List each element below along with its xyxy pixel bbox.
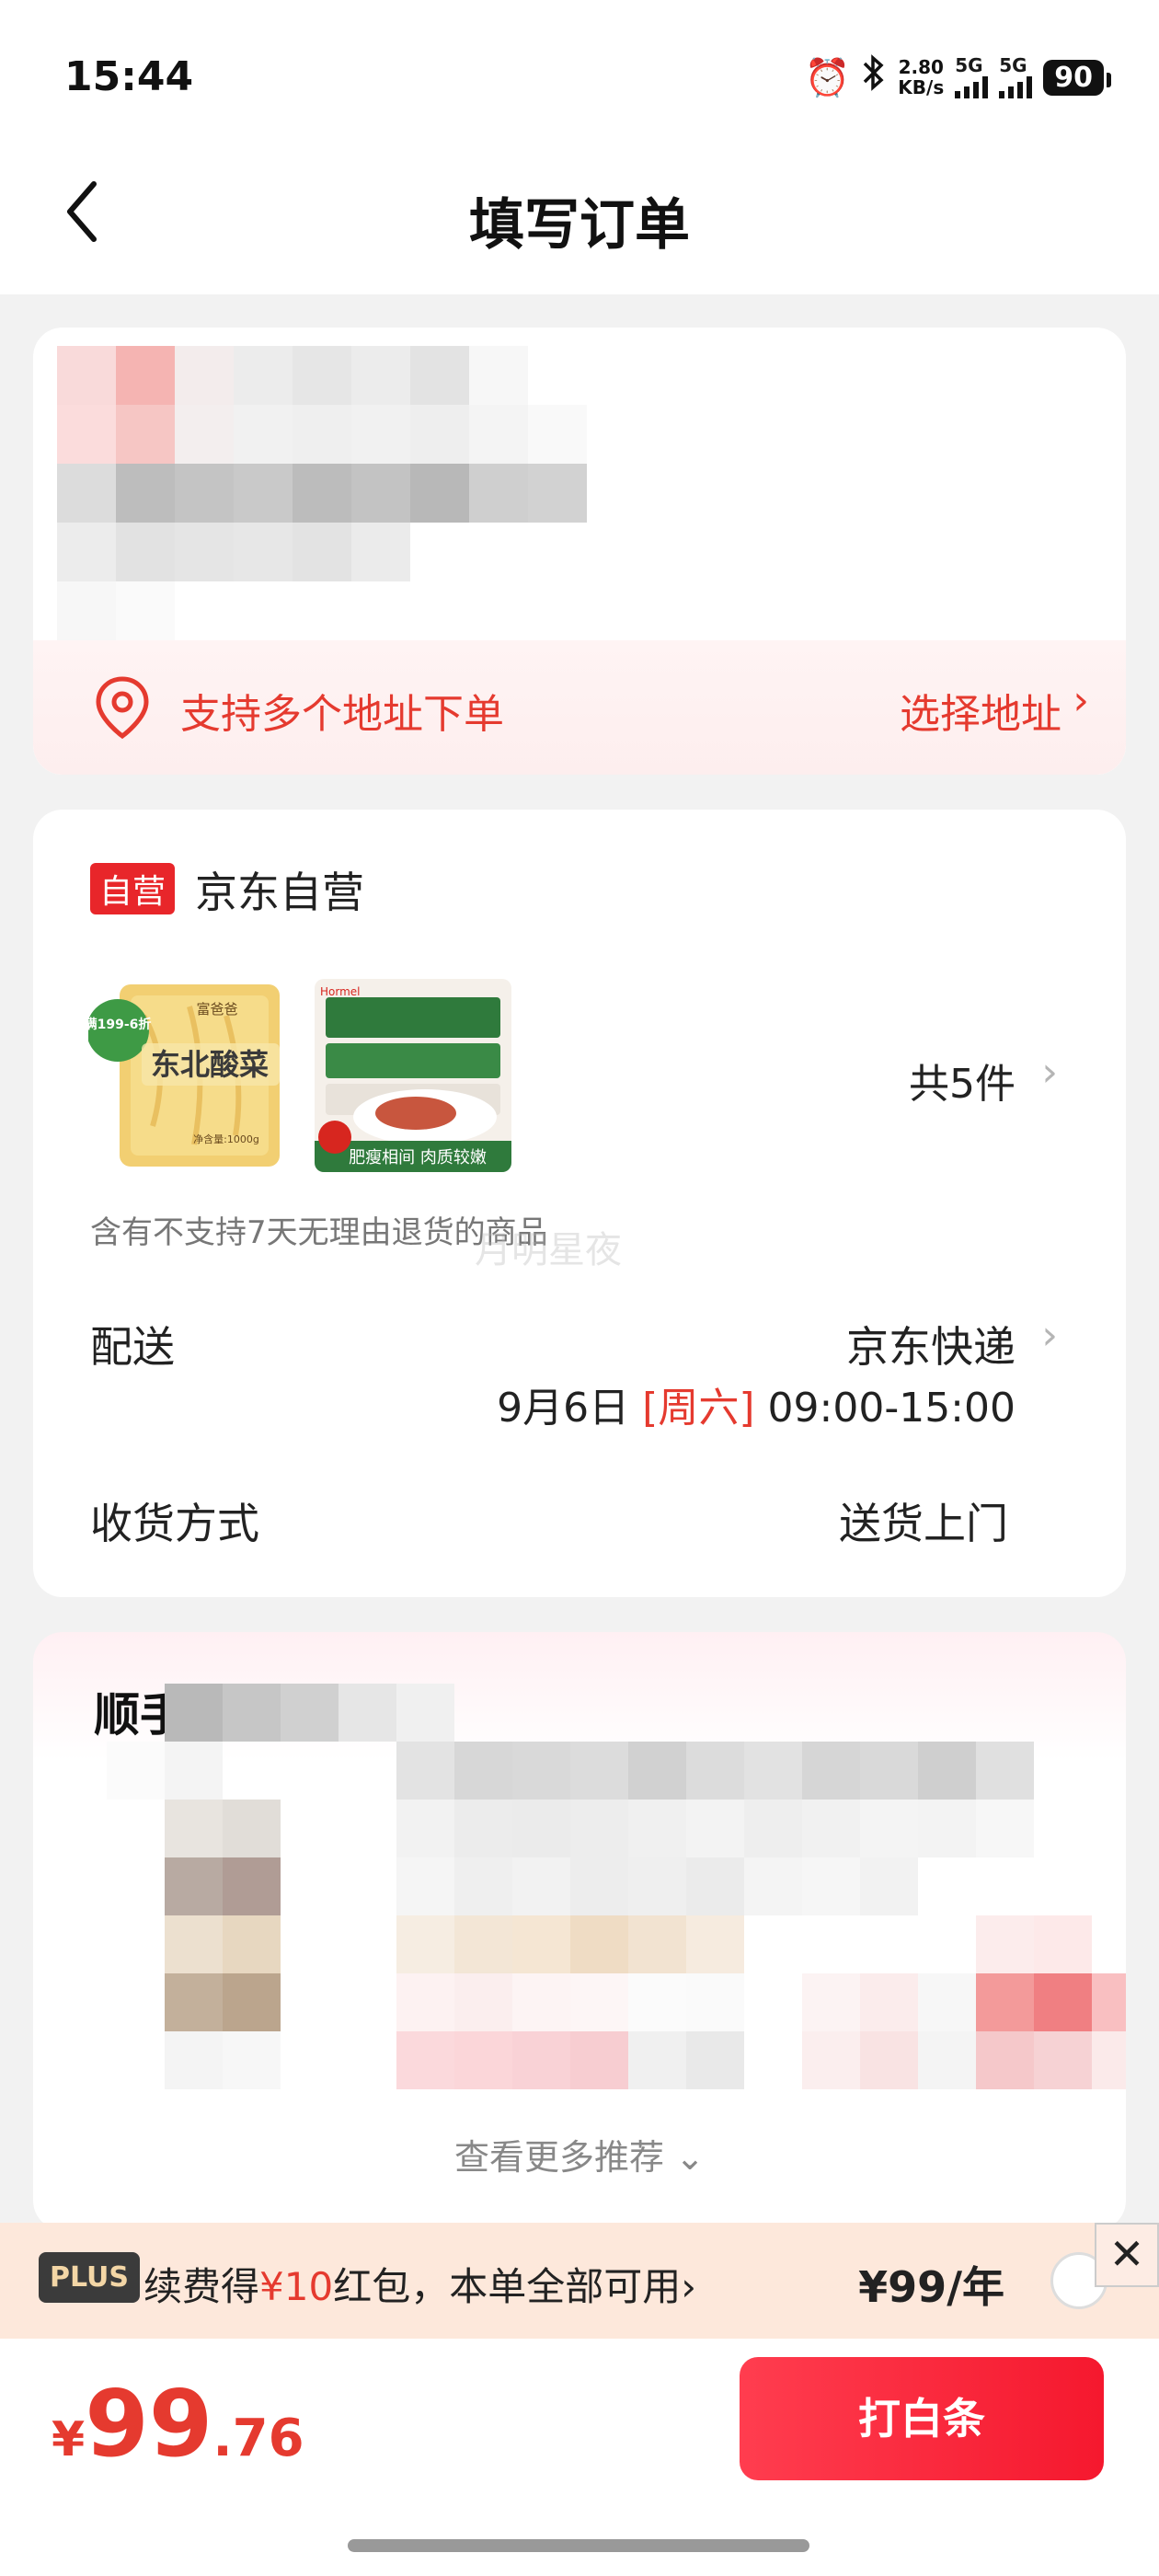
shop-name: 京东自营 <box>195 868 364 917</box>
receive-method-label: 收货方式 <box>90 1499 259 1548</box>
product-image-ham[interactable]: Hormel 肥瘦相间 肉质较嫩 <box>315 979 511 1172</box>
watermark: 月明星夜 <box>475 1229 622 1271</box>
chevron-right-icon: › <box>681 2264 696 2309</box>
pay-with-baitiao-button[interactable]: 打白条 <box>740 2357 1104 2480</box>
order-card: 自营 京东自营 满199-6折 富爸爸 东北酸菜 净含量:1000g Horme… <box>33 810 1126 1597</box>
price-integer: 99 <box>85 2370 213 2478</box>
delivery-weekday: [周六] <box>642 1385 755 1432</box>
net-speed-value: 2.80 <box>898 56 944 78</box>
alarm-icon: ⏰ <box>804 56 851 99</box>
plus-price: ¥99/年 <box>858 2262 1004 2312</box>
battery-icon: 90 <box>1043 59 1111 96</box>
close-icon[interactable]: ✕ <box>1095 2223 1159 2287</box>
currency-symbol: ¥ <box>52 2412 86 2467</box>
signal-icon: 5G <box>955 54 989 98</box>
location-pin-icon <box>96 676 149 740</box>
signal-icon-2: 5G <box>999 54 1033 98</box>
product-image-sauerkraut[interactable]: 满199-6折 富爸爸 东北酸菜 净含量:1000g <box>88 979 291 1172</box>
chevron-right-icon: › <box>1041 1312 1058 1359</box>
delivery-day: 9月6日 <box>497 1385 630 1432</box>
product-1-brand: 富爸爸 <box>196 1001 237 1018</box>
bluetooth-icon <box>861 54 887 100</box>
product-promo: 满199-6折 <box>88 1017 151 1032</box>
product-2-caption: 肥瘦相间 肉质较嫩 <box>349 1148 487 1167</box>
choose-address-button[interactable]: 选择地址 <box>900 681 1061 740</box>
delivery-time[interactable]: 9月6日 [周六] 09:00-15:00 <box>497 1374 1016 1433</box>
plus-badge: PLUS <box>39 2252 141 2303</box>
plus-text-before: 续费得 <box>143 2264 260 2309</box>
item-count-button[interactable]: 共5件 <box>909 1051 1016 1110</box>
signal-label-2: 5G <box>999 54 1027 76</box>
plus-text-amount: ¥10 <box>259 2264 334 2309</box>
signal-label-1: 5G <box>955 54 983 76</box>
status-time: 15:44 <box>64 53 194 100</box>
product-2-brand: Hormel <box>320 985 361 998</box>
delivery-label: 配送 <box>90 1322 175 1372</box>
product-1-name: 东北酸菜 <box>151 1047 269 1082</box>
recommendation-card: 顺手买更优惠 查看更多推荐 ⌄ <box>33 1632 1126 2230</box>
chevron-right-icon: › <box>1041 1049 1058 1096</box>
receive-method-value[interactable]: 送货上门 <box>839 1490 1008 1551</box>
multi-address-bar[interactable]: 支持多个地址下单 选择地址 › <box>33 640 1126 775</box>
product-1-weight: 净含量:1000g <box>193 1133 259 1145</box>
price-decimal: .76 <box>212 2409 304 2468</box>
page-title: 填写订单 <box>469 193 690 258</box>
net-speed-unit: KB/s <box>898 76 945 98</box>
home-indicator[interactable] <box>348 2539 809 2552</box>
plus-offer-text[interactable]: 续费得¥10红包，本单全部可用› <box>143 2256 696 2312</box>
multi-address-label: 支持多个地址下单 <box>180 691 504 738</box>
delivery-carrier-button[interactable]: 京东快递 <box>846 1314 1016 1374</box>
network-speed: 2.80 KB/s <box>898 57 944 98</box>
plus-text-after: 红包，本单全部可用 <box>333 2264 682 2309</box>
self-operated-badge: 自营 <box>90 863 176 914</box>
address-redacted <box>57 346 646 640</box>
status-icons: ⏰ 2.80 KB/s 5G 5G 90 <box>804 52 1111 103</box>
address-card[interactable]: 支持多个地址下单 选择地址 › <box>33 328 1126 775</box>
see-more-recommendations[interactable]: 查看更多推荐 ⌄ <box>33 2129 1126 2179</box>
plus-membership-bar[interactable]: PLUS 续费得¥10红包，本单全部可用› ¥99/年 ✕ <box>0 2223 1159 2339</box>
total-price: ¥99.76 <box>52 2370 304 2478</box>
delivery-timeslot: 09:00-15:00 <box>767 1385 1016 1432</box>
recommendation-redacted <box>107 1684 1126 2089</box>
chevron-right-icon: › <box>1073 677 1089 724</box>
